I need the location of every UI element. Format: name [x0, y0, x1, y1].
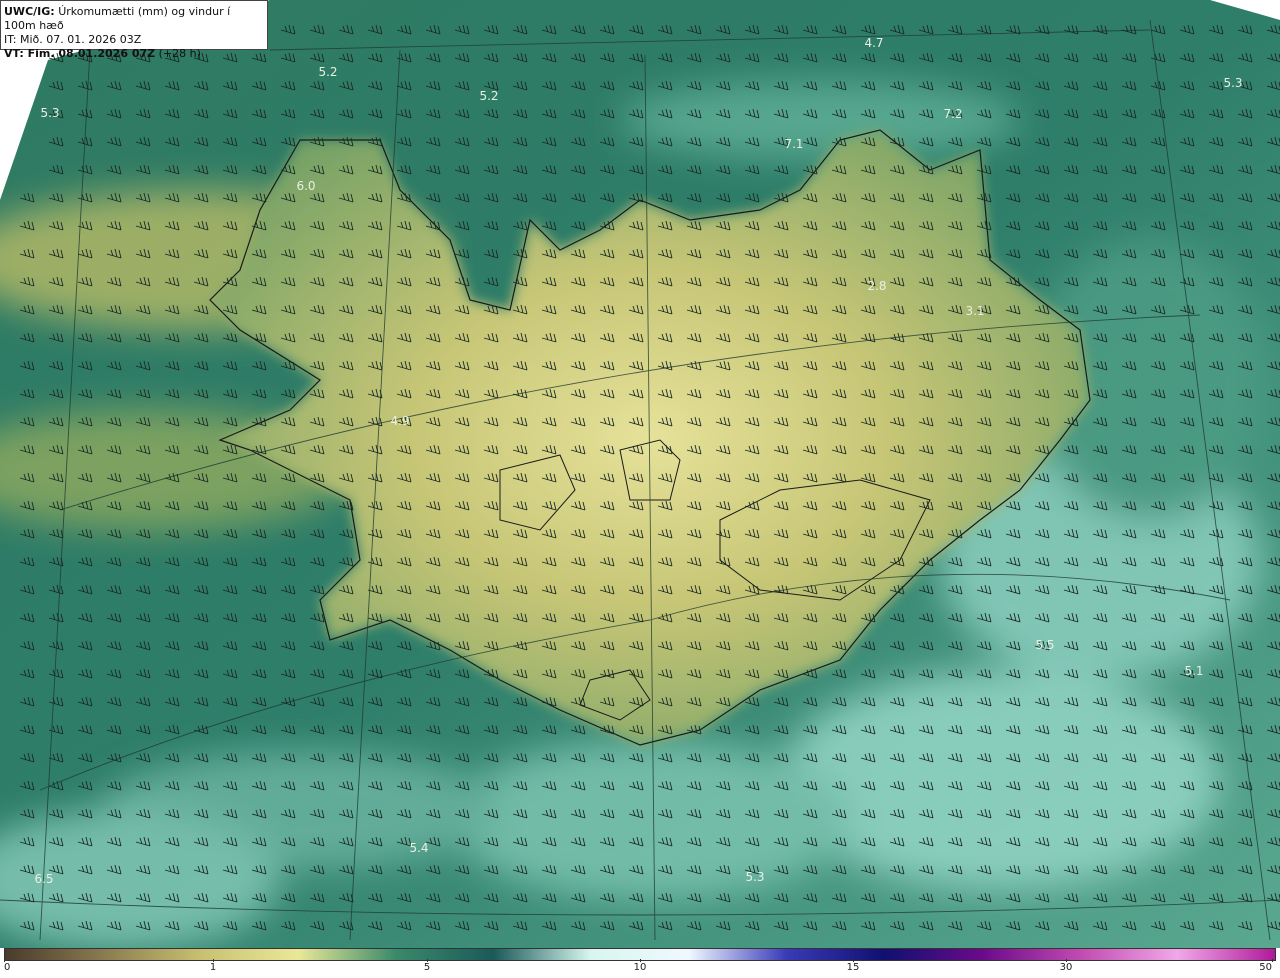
legend-tick-label: 10 [633, 962, 647, 973]
precipitation-wind-map: 5.3 5.2 5.2 4.7 5.3 7.2 7.1 6.0 2.8 3.1 4.9 5.5 5.1 5… [0, 0, 1280, 948]
precip-value-label: 5.2 [318, 65, 337, 79]
legend-tick-label: 50 [1259, 962, 1272, 973]
precip-value-label: 7.1 [784, 137, 803, 151]
legend-tick-mark [853, 959, 854, 962]
precip-value-label: 2.8 [867, 279, 886, 293]
legend-tick-label: 30 [1059, 962, 1073, 973]
precip-value-label: 5.2 [479, 89, 498, 103]
legend-tick-label: 15 [846, 962, 860, 973]
initial-time: IT: Mið. 07. 01. 2026 03Z [4, 33, 142, 46]
legend-tick-mark [640, 959, 641, 962]
precip-value-label: 6.0 [296, 179, 315, 193]
legend-tick-label: 5 [423, 962, 431, 973]
precip-value-label: 7.2 [943, 107, 962, 121]
precip-value-label: 3.1 [965, 304, 984, 318]
legend-tick-mark [427, 959, 428, 962]
precip-value-label: 5.5 [1035, 638, 1054, 652]
legend-tick-mark [1066, 959, 1067, 962]
precip-value-label: 5.3 [745, 870, 764, 884]
legend-tick-label: 1 [209, 962, 217, 973]
precip-value-label: 4.9 [390, 414, 409, 428]
precip-value-label: 5.1 [1184, 664, 1203, 678]
legend-tick-mark [4, 959, 5, 962]
legend-tick-mark [213, 959, 214, 962]
map-info-box: UWC/IG: Úrkomumætti (mm) og vindur í 100… [0, 0, 268, 60]
precip-value-label: 5.3 [40, 106, 59, 120]
precip-value-label: 5.3 [1223, 76, 1242, 90]
precip-value-label: 5.4 [409, 841, 428, 855]
legend-tick-mark [1272, 959, 1273, 962]
precip-value-label: 4.7 [864, 36, 883, 50]
precip-value-label: 6.5 [34, 872, 53, 886]
valid-time: VT: Fim. 08.01.2026 07Z [4, 47, 156, 60]
legend-tick-label: 0 [4, 962, 11, 973]
lead-time: (+28 h) [158, 47, 201, 60]
model-name: UWC/IG: [4, 5, 55, 18]
